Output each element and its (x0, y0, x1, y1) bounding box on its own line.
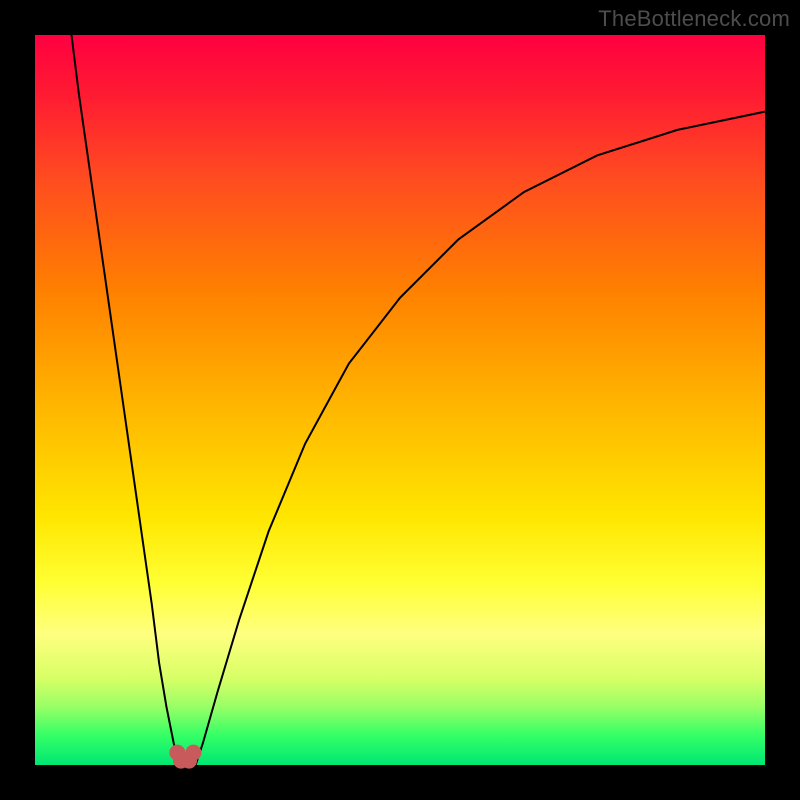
watermark-text: TheBottleneck.com (598, 6, 790, 32)
plot-area (35, 35, 765, 765)
left-curve (72, 35, 180, 765)
right-curve (196, 112, 765, 765)
chart-frame: TheBottleneck.com (0, 0, 800, 800)
chart-svg (35, 35, 765, 765)
marker-dot (186, 745, 201, 760)
